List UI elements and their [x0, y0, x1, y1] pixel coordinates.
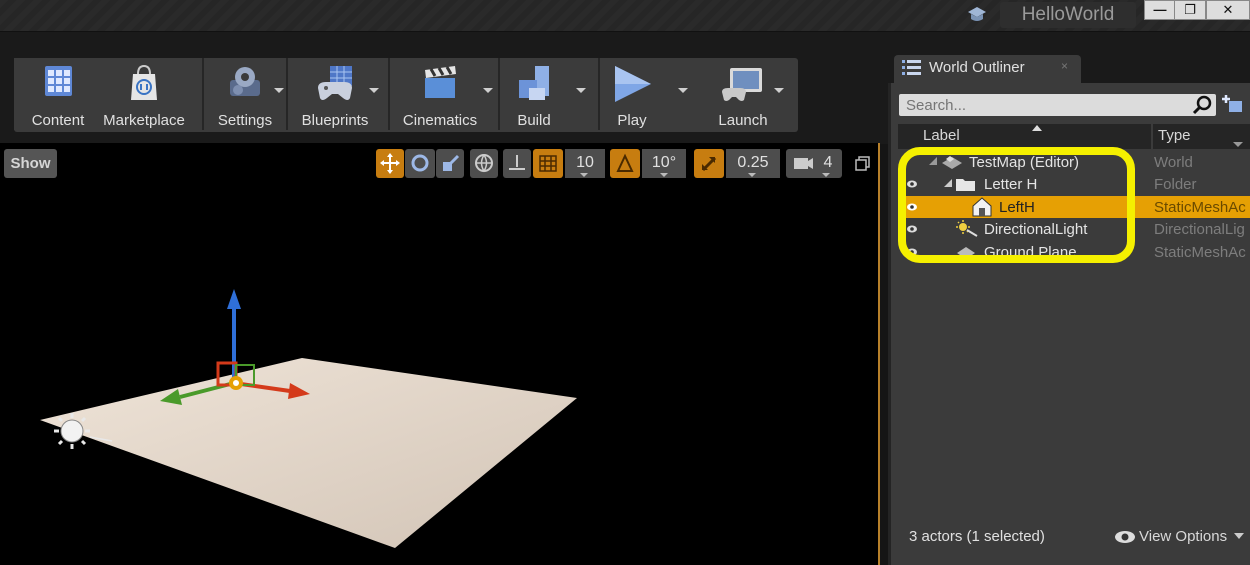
actor-count: 3 actors (1 selected) — [909, 528, 1045, 545]
chevron-down-icon[interactable] — [748, 173, 756, 177]
column-separator[interactable] — [1151, 124, 1153, 149]
annotation-highlight-ring — [898, 147, 1135, 263]
row-type: Folder — [1154, 176, 1197, 193]
move-icon — [380, 153, 400, 174]
chevron-down-icon[interactable] — [1233, 142, 1243, 147]
create-folder-icon[interactable] — [1222, 93, 1244, 115]
scale-icon — [443, 154, 460, 171]
scale-mode-button[interactable] — [436, 149, 464, 178]
rotate-mode-button[interactable] — [405, 149, 435, 178]
content-icon — [45, 66, 72, 96]
search-input[interactable] — [906, 96, 1166, 114]
toolbar-blueprints-button[interactable]: Blueprints — [288, 58, 382, 130]
scale-snap-toggle[interactable] — [694, 149, 724, 178]
chevron-down-icon[interactable] — [1234, 533, 1244, 539]
close-button[interactable]: ✕ — [1206, 0, 1250, 20]
ground-plane[interactable] — [40, 358, 577, 548]
row-type: StaticMeshAc — [1154, 244, 1246, 261]
toolbar-play-button[interactable]: Play — [600, 58, 688, 130]
grid-snap-toggle[interactable] — [533, 149, 563, 178]
chevron-down-icon[interactable] — [822, 173, 830, 177]
angle-icon — [616, 153, 634, 172]
toolbar-label: Content — [31, 112, 85, 129]
maximize-viewport-icon[interactable] — [855, 156, 871, 172]
world-local-button[interactable] — [470, 149, 498, 178]
globe-icon — [475, 154, 493, 173]
grid-icon — [539, 155, 557, 172]
surface-snap-button[interactable] — [503, 149, 531, 178]
show-button[interactable]: Show — [4, 149, 57, 178]
toolbar-label: Build — [517, 112, 551, 129]
toolbar-settings-button[interactable]: Settings — [204, 58, 286, 130]
play-icon — [615, 66, 651, 102]
chevron-down-icon[interactable] — [369, 88, 379, 93]
blueprints-icon — [318, 66, 352, 100]
toolbar-label: Blueprints — [301, 112, 369, 129]
viewport-scene — [40, 289, 577, 548]
rotate-icon — [411, 154, 429, 172]
toolbar-label: Cinematics — [402, 112, 478, 129]
main-toolbar: Content Marketplace Settings Blueprints — [14, 58, 798, 132]
outliner-tab-label: World Outliner — [929, 59, 1025, 76]
toolbar-label: Settings — [217, 112, 273, 129]
eye-icon[interactable] — [1114, 529, 1136, 545]
surface-snap-icon — [509, 155, 525, 170]
window-title: HelloWorld — [1000, 2, 1136, 28]
column-type[interactable]: Type — [1158, 127, 1191, 144]
panel-divider[interactable] — [888, 83, 891, 565]
chevron-down-icon[interactable] — [660, 173, 668, 177]
launch-icon — [722, 68, 762, 101]
tab-close-button[interactable]: × — [1061, 59, 1068, 73]
unreal-project-icon — [968, 7, 986, 21]
row-type: StaticMeshAc — [1154, 199, 1246, 216]
sort-ascending-icon — [1032, 125, 1042, 131]
column-label[interactable]: Label — [923, 127, 960, 144]
view-options-button[interactable]: View Options — [1139, 528, 1227, 545]
toolbar-content-button[interactable]: Content — [22, 58, 94, 130]
toolbar-label: Marketplace — [103, 112, 185, 129]
camera-icon — [794, 158, 813, 169]
chevron-down-icon[interactable] — [774, 88, 784, 93]
row-type: DirectionalLig — [1154, 221, 1245, 238]
chevron-down-icon[interactable] — [483, 88, 493, 93]
rotation-snap-toggle[interactable] — [610, 149, 640, 178]
search-icon[interactable] — [1191, 94, 1213, 116]
scale-snap-icon — [701, 156, 717, 172]
level-viewport[interactable]: Show 10 10° 0.25 4 — [0, 143, 880, 565]
toolbar-cinematics-button[interactable]: Cinematics — [390, 58, 493, 130]
translate-mode-button[interactable] — [376, 149, 404, 178]
toolbar-label: Launch — [718, 112, 768, 129]
chevron-down-icon[interactable] — [274, 88, 284, 93]
toolbar-launch-button[interactable]: Launch — [664, 58, 792, 130]
build-icon — [519, 66, 549, 100]
chevron-down-icon[interactable] — [576, 88, 586, 93]
outliner-list-icon — [902, 60, 921, 75]
chevron-down-icon[interactable] — [580, 173, 588, 177]
cinematics-icon — [425, 66, 456, 98]
maximize-button[interactable]: ❐ — [1174, 0, 1206, 20]
toolbar-marketplace-button[interactable]: Marketplace — [94, 58, 194, 130]
toolbar-build-button[interactable]: Build — [500, 58, 586, 130]
row-type: World — [1154, 154, 1193, 171]
settings-icon — [230, 67, 260, 96]
marketplace-icon — [131, 64, 157, 100]
toolbar-label: Play — [617, 112, 647, 129]
minimize-button[interactable]: — — [1144, 0, 1176, 20]
